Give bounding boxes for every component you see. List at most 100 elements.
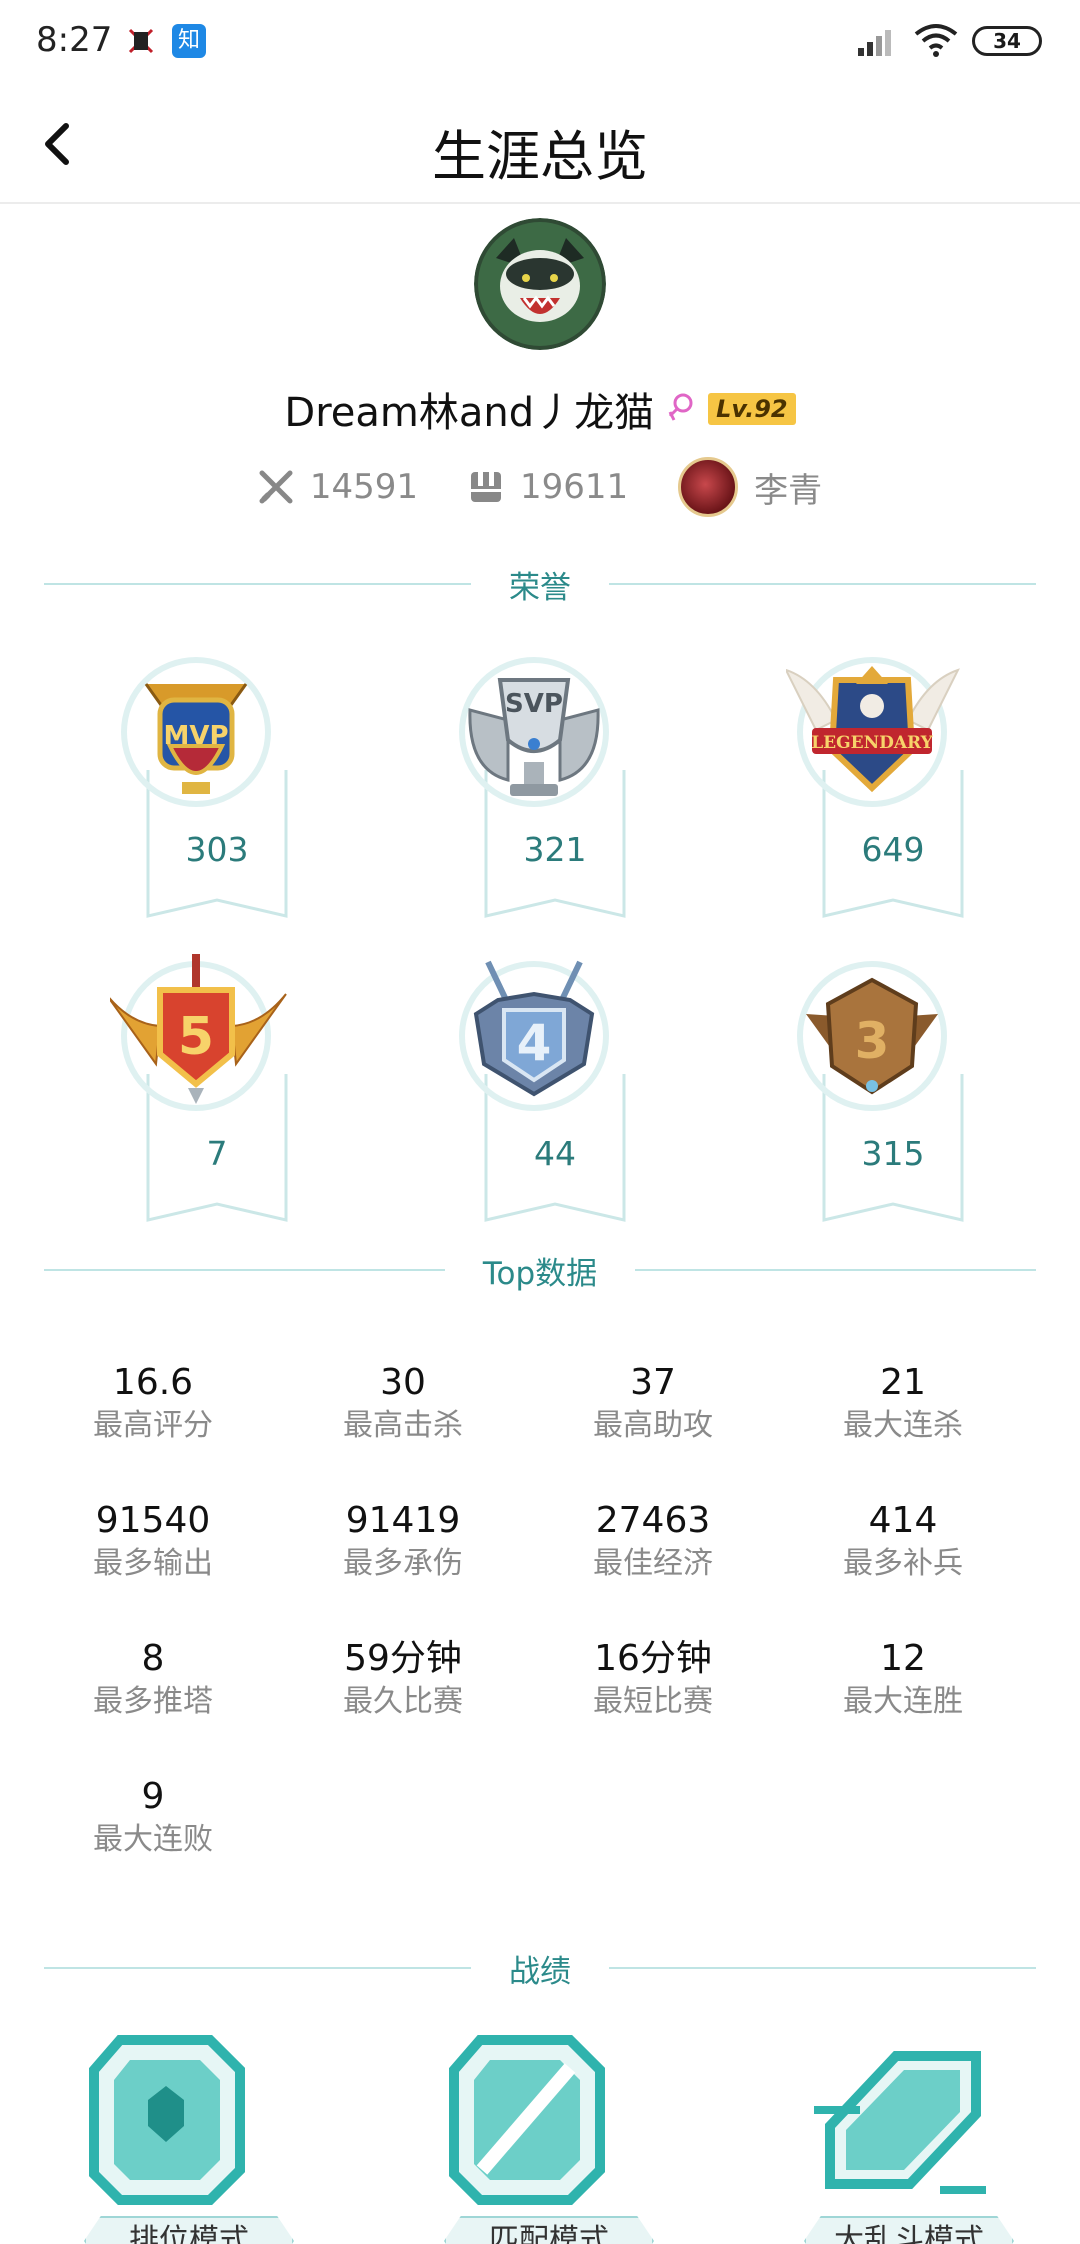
mode-aram[interactable]: 大乱斗模式 bbox=[800, 2030, 1014, 2244]
divider-line bbox=[635, 1269, 1036, 1271]
top-data-label: 最大连胜 bbox=[843, 1684, 963, 1719]
wifi-icon bbox=[914, 24, 958, 57]
mode-ranked[interactable]: 排位模式 bbox=[80, 2030, 294, 2244]
svg-text:LEGENDARY: LEGENDARY bbox=[811, 733, 933, 753]
divider-line bbox=[44, 583, 471, 585]
section-title-records: 战绩 bbox=[509, 1953, 571, 1990]
svg-text:SVP: SVP bbox=[505, 689, 563, 719]
stat-total-kills-value: 14591 bbox=[309, 467, 418, 507]
top-data-item: 37 最高助攻 bbox=[528, 1360, 778, 1446]
honor-quadra-kill-count: 44 bbox=[534, 1134, 576, 1173]
ranked-mode-icon bbox=[89, 2035, 245, 2205]
top-data-label: 最多补兵 bbox=[843, 1546, 963, 1581]
top-data-value: 16.6 bbox=[112, 1362, 194, 1403]
top-data-value: 12 bbox=[880, 1638, 926, 1679]
mode-normal[interactable]: 匹配模式 bbox=[440, 2030, 654, 2244]
honor-penta-kill[interactable]: 5 7 bbox=[110, 954, 290, 1224]
top-data-item: 59分钟最久比赛 bbox=[278, 1636, 528, 1722]
top-data-value: 59分钟 bbox=[344, 1638, 462, 1679]
section-title-honors: 荣誉 bbox=[509, 569, 571, 606]
top-data-value: 30 bbox=[380, 1362, 426, 1403]
svg-text:3: 3 bbox=[855, 1012, 890, 1070]
top-data-label: 最短比赛 bbox=[593, 1684, 713, 1719]
matches-icon bbox=[471, 472, 501, 502]
honor-mvp[interactable]: MVP 303 bbox=[110, 650, 290, 920]
penta-kill-badge-icon: 5 bbox=[110, 954, 287, 1111]
hero-avatar bbox=[678, 457, 739, 517]
mode-aram-label: 大乱斗模式 bbox=[804, 2216, 1014, 2244]
top-data-item: 91419 最多承伤 bbox=[278, 1498, 528, 1584]
top-data-grid: 16.6 最高评分 30 最高击杀 37 最高助攻 21 最大连杀 91540 最多输出 … bbox=[28, 1360, 1028, 1860]
divider-line bbox=[44, 1269, 445, 1271]
level-badge: Lv.92 bbox=[708, 393, 796, 425]
triple-kill-badge-icon: 3 bbox=[797, 961, 947, 1111]
top-data-label: 最多承伤 bbox=[343, 1546, 463, 1581]
svg-text:MVP: MVP bbox=[163, 721, 228, 751]
stat-favorite-hero[interactable]: 李青 bbox=[678, 457, 822, 517]
honor-svp[interactable]: SVP 321 bbox=[448, 650, 628, 920]
top-data-item: 27463 最佳经济 bbox=[528, 1498, 778, 1584]
honor-legendary[interactable]: LEGENDARY 649 bbox=[786, 650, 966, 920]
top-data-item: 9 最大连败 bbox=[28, 1774, 278, 1860]
svg-text:4: 4 bbox=[517, 1014, 552, 1072]
normal-mode-icon bbox=[449, 2035, 605, 2205]
status-bar: 8:27 知 34 bbox=[0, 0, 1080, 84]
divider-line bbox=[609, 583, 1036, 585]
top-data-label: 最久比赛 bbox=[343, 1684, 463, 1719]
section-records: 战绩 bbox=[44, 1948, 1036, 1990]
top-data-value: 91419 bbox=[345, 1500, 461, 1541]
top-data-item: 16分钟最短比赛 bbox=[528, 1636, 778, 1722]
honor-svp-count: 321 bbox=[523, 830, 587, 869]
female-icon bbox=[668, 393, 693, 421]
top-data-label: 最大连杀 bbox=[843, 1408, 963, 1443]
honor-mvp-count: 303 bbox=[185, 830, 249, 869]
status-time: 8:27 bbox=[36, 20, 113, 60]
divider-line bbox=[609, 1967, 1036, 1969]
stat-total-matches: 19611 bbox=[468, 467, 628, 507]
legendary-emblem-icon: LEGENDARY bbox=[786, 657, 960, 807]
signal-icon bbox=[858, 30, 891, 56]
battery-indicator: 34 bbox=[972, 26, 1042, 56]
top-data-label: 最佳经济 bbox=[593, 1546, 713, 1581]
app-notification-icon bbox=[128, 28, 154, 54]
mode-ranked-label: 排位模式 bbox=[84, 2216, 294, 2244]
page-title: 生涯总览 bbox=[432, 125, 648, 188]
mvp-trophy-icon: MVP bbox=[121, 657, 271, 807]
player-avatar[interactable] bbox=[474, 218, 606, 350]
player-name: Dream林and丿龙猫 bbox=[284, 390, 655, 436]
top-data-item: 12 最大连胜 bbox=[778, 1636, 1028, 1722]
svp-trophy-icon: SVP bbox=[459, 657, 609, 807]
player-name-row: Dream林and丿龙猫 Lv.92 bbox=[0, 380, 1080, 436]
top-data-item: 8 最多推塔 bbox=[28, 1636, 278, 1722]
honor-quadra-kill[interactable]: 4 44 bbox=[448, 954, 628, 1224]
zhihu-notification-icon: 知 bbox=[172, 24, 206, 58]
section-honors: 荣誉 bbox=[44, 564, 1036, 606]
stat-favorite-hero-name: 李青 bbox=[754, 470, 823, 511]
mode-normal-label: 匹配模式 bbox=[444, 2216, 654, 2244]
divider-line bbox=[44, 1967, 471, 1969]
quadra-kill-badge-icon: 4 bbox=[459, 960, 609, 1111]
honor-triple-kill-count: 315 bbox=[861, 1134, 925, 1173]
top-data-item: 414 最多补兵 bbox=[778, 1498, 1028, 1584]
honor-triple-kill[interactable]: 3 315 bbox=[786, 954, 966, 1224]
top-data-label: 最多输出 bbox=[93, 1546, 213, 1581]
section-top-data: Top数据 bbox=[44, 1250, 1036, 1292]
top-data-value: 27463 bbox=[595, 1500, 711, 1541]
top-data-value: 21 bbox=[880, 1362, 926, 1403]
top-data-item: 21 最大连杀 bbox=[778, 1360, 1028, 1446]
stat-total-kills: 14591 bbox=[258, 467, 418, 507]
app-header: 生涯总览 bbox=[0, 84, 1080, 204]
top-data-value: 8 bbox=[141, 1638, 165, 1679]
top-data-item: 91540 最多输出 bbox=[28, 1498, 278, 1584]
aram-mode-icon bbox=[814, 2051, 986, 2194]
section-title-top-data: Top数据 bbox=[482, 1255, 598, 1292]
top-data-value: 37 bbox=[630, 1362, 676, 1403]
top-data-label: 最大连败 bbox=[93, 1822, 213, 1857]
top-data-label: 最高击杀 bbox=[343, 1408, 463, 1443]
top-data-value: 414 bbox=[868, 1500, 938, 1541]
top-data-label: 最高助攻 bbox=[593, 1408, 713, 1443]
top-data-label: 最高评分 bbox=[93, 1408, 213, 1443]
top-data-value: 16分钟 bbox=[594, 1638, 712, 1679]
top-data-value: 91540 bbox=[95, 1500, 211, 1541]
top-data-item: 16.6 最高评分 bbox=[28, 1360, 278, 1446]
